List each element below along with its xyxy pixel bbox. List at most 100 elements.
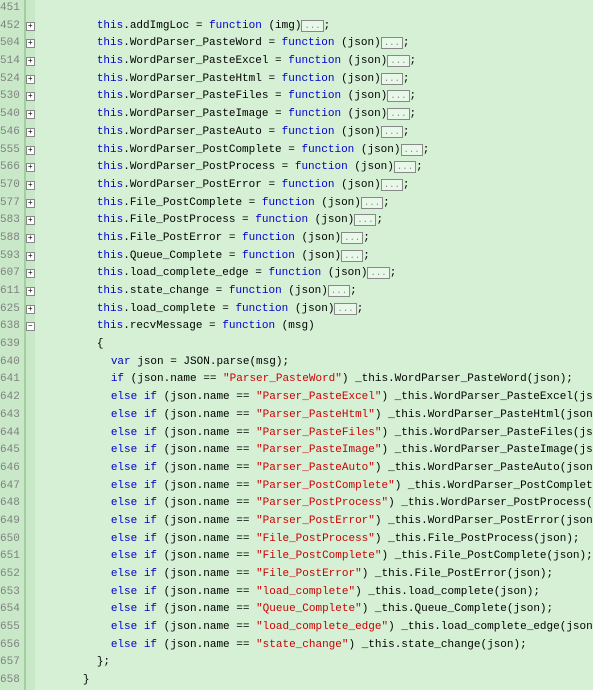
collapsed-region: ... bbox=[394, 161, 416, 173]
token-punc: . bbox=[123, 250, 130, 262]
code-line[interactable]: this.load_complete_edge = function (json… bbox=[41, 265, 593, 283]
code-line[interactable]: this.WordParser_PasteHtml = function (js… bbox=[41, 71, 593, 89]
token-str: "Parser_PasteExcel" bbox=[256, 391, 381, 403]
code-line[interactable]: if (json.name == "Parser_PasteWord") _th… bbox=[41, 371, 593, 389]
fold-expand-icon[interactable]: + bbox=[26, 287, 35, 296]
token-ident: (json.name == bbox=[157, 391, 256, 403]
token-ident: WordParser_PostError = bbox=[130, 179, 282, 191]
fold-expand-icon[interactable]: + bbox=[26, 57, 35, 66]
token-ident: ) _this.WordParser_PasteExcel(json); bbox=[381, 391, 593, 403]
collapsed-region: ... bbox=[381, 37, 403, 49]
token-ident: (img) bbox=[262, 20, 302, 32]
line-number: 451 bbox=[0, 0, 20, 18]
fold-expand-icon[interactable]: + bbox=[26, 163, 35, 172]
code-line[interactable]: this.WordParser_PasteWord = function (js… bbox=[41, 35, 593, 53]
fold-expand-icon[interactable]: + bbox=[26, 75, 35, 84]
token-ident: File_PostError = bbox=[130, 232, 242, 244]
token-ident: ) _this.WordParser_PostProcess(json); bbox=[388, 497, 593, 509]
token-ident: (json) bbox=[321, 267, 367, 279]
code-line[interactable]: this.addImgLoc = function (img)...; bbox=[41, 18, 593, 36]
code-line[interactable]: this.recvMessage = function (msg) bbox=[41, 318, 593, 336]
fold-expand-icon[interactable]: + bbox=[26, 181, 35, 190]
code-line[interactable]: else if (json.name == "File_PostComplete… bbox=[41, 548, 593, 566]
code-line[interactable]: this.Queue_Complete = function (json)...… bbox=[41, 248, 593, 266]
code-line[interactable]: this.File_PostProcess = function (json).… bbox=[41, 212, 593, 230]
token-str: "Parser_PasteFiles" bbox=[256, 427, 381, 439]
code-line[interactable]: } bbox=[41, 672, 593, 690]
code-line[interactable]: this.File_PostComplete = function (json)… bbox=[41, 195, 593, 213]
code-line[interactable]: else if (json.name == "File_PostError") … bbox=[41, 566, 593, 584]
collapsed-region: ... bbox=[381, 126, 403, 138]
code-line[interactable]: else if (json.name == "Parser_PasteExcel… bbox=[41, 389, 593, 407]
token-ident: (json.name == bbox=[157, 586, 256, 598]
token-ident: ) _this.WordParser_PasteHtml(json); bbox=[375, 409, 593, 421]
line-number: 648 bbox=[0, 495, 20, 513]
line-number: 555 bbox=[0, 142, 20, 160]
code-line[interactable]: { bbox=[41, 336, 593, 354]
token-ident: addImgLoc = bbox=[130, 20, 209, 32]
fold-expand-icon[interactable]: + bbox=[26, 199, 35, 208]
collapsed-region: ... bbox=[387, 108, 409, 120]
code-line[interactable]: else if (json.name == "Parser_PostError"… bbox=[41, 513, 593, 531]
token-ident: state_change = bbox=[130, 285, 229, 297]
code-line[interactable]: this.WordParser_PasteAuto = function (js… bbox=[41, 124, 593, 142]
code-line[interactable]: else if (json.name == "File_PostProcess"… bbox=[41, 531, 593, 549]
code-line[interactable]: this.WordParser_PostProcess = function (… bbox=[41, 159, 593, 177]
token-str: "load_complete_edge" bbox=[256, 621, 388, 633]
code-line[interactable]: else if (json.name == "Parser_PasteAuto"… bbox=[41, 460, 593, 478]
token-ident: (json) bbox=[354, 144, 400, 156]
token-ident: WordParser_PasteWord = bbox=[130, 37, 282, 49]
code-area[interactable]: this.addImgLoc = function (img)...;this.… bbox=[35, 0, 593, 690]
code-line[interactable]: else if (json.name == "Parser_PasteImage… bbox=[41, 442, 593, 460]
token-kw: this bbox=[97, 320, 123, 332]
fold-collapse-icon[interactable]: − bbox=[26, 322, 35, 331]
token-ident: (json) bbox=[334, 73, 380, 85]
code-line[interactable]: var json = JSON.parse(msg); bbox=[41, 354, 593, 372]
code-line[interactable]: }; bbox=[41, 654, 593, 672]
token-punc: ; bbox=[376, 214, 383, 226]
fold-expand-icon[interactable]: + bbox=[26, 216, 35, 225]
token-ident: (json.name == bbox=[157, 550, 256, 562]
token-kw: this bbox=[97, 108, 123, 120]
fold-expand-icon[interactable]: + bbox=[26, 128, 35, 137]
fold-expand-icon[interactable]: + bbox=[26, 22, 35, 31]
token-punc: . bbox=[123, 108, 130, 120]
fold-expand-icon[interactable]: + bbox=[26, 269, 35, 278]
code-line[interactable]: else if (json.name == "state_change") _t… bbox=[41, 637, 593, 655]
code-line[interactable]: else if (json.name == "load_complete_edg… bbox=[41, 619, 593, 637]
token-punc: . bbox=[123, 197, 130, 209]
code-line[interactable]: this.WordParser_PostError = function (js… bbox=[41, 177, 593, 195]
code-line[interactable]: this.WordParser_PostComplete = function … bbox=[41, 142, 593, 160]
fold-expand-icon[interactable]: + bbox=[26, 305, 35, 314]
token-kw: else if bbox=[111, 391, 157, 403]
code-line[interactable]: else if (json.name == "Parser_PasteHtml"… bbox=[41, 407, 593, 425]
token-ident: (json.name == bbox=[157, 515, 256, 527]
code-line[interactable]: this.File_PostError = function (json)...… bbox=[41, 230, 593, 248]
token-str: "Queue_Complete" bbox=[256, 603, 362, 615]
fold-expand-icon[interactable]: + bbox=[26, 234, 35, 243]
fold-expand-icon[interactable]: + bbox=[26, 146, 35, 155]
collapsed-region: ... bbox=[387, 90, 409, 102]
code-line[interactable]: else if (json.name == "Parser_PasteFiles… bbox=[41, 425, 593, 443]
token-kw: this bbox=[97, 73, 123, 85]
fold-expand-icon[interactable]: + bbox=[26, 39, 35, 48]
code-line[interactable]: this.WordParser_PasteExcel = function (j… bbox=[41, 53, 593, 71]
code-line[interactable]: else if (json.name == "load_complete") _… bbox=[41, 584, 593, 602]
code-line[interactable]: else if (json.name == "Parser_PostProces… bbox=[41, 495, 593, 513]
fold-expand-icon[interactable]: + bbox=[26, 252, 35, 261]
token-str: "Parser_PasteImage" bbox=[256, 444, 381, 456]
line-number: 656 bbox=[0, 637, 20, 655]
code-line[interactable]: this.state_change = function (json)...; bbox=[41, 283, 593, 301]
code-line[interactable]: this.load_complete = function (json)...; bbox=[41, 301, 593, 319]
code-line[interactable] bbox=[41, 0, 593, 18]
fold-expand-icon[interactable]: + bbox=[26, 92, 35, 101]
token-ident: (msg) bbox=[275, 320, 315, 332]
code-line[interactable]: else if (json.name == "Parser_PostComple… bbox=[41, 478, 593, 496]
token-punc: ; bbox=[410, 55, 417, 67]
code-line[interactable]: else if (json.name == "Queue_Complete") … bbox=[41, 601, 593, 619]
token-kw: function bbox=[242, 250, 295, 262]
code-line[interactable]: this.WordParser_PasteFiles = function (j… bbox=[41, 88, 593, 106]
token-ident: (json.name == bbox=[157, 621, 256, 633]
code-line[interactable]: this.WordParser_PasteImage = function (j… bbox=[41, 106, 593, 124]
fold-expand-icon[interactable]: + bbox=[26, 110, 35, 119]
